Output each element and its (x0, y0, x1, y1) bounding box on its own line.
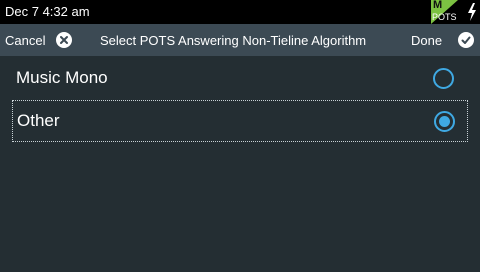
status-bar: Dec 7 4:32 am M POTS (0, 0, 480, 24)
cancel-label: Cancel (5, 32, 46, 48)
radio-selected-icon[interactable] (434, 110, 455, 132)
pots-badge-top-text: M (433, 0, 443, 11)
check-circle-icon[interactable] (458, 32, 475, 48)
radio-dot (439, 115, 450, 127)
option-other[interactable]: Other (12, 100, 468, 142)
lightning-bolt-icon (468, 3, 476, 21)
option-music-mono[interactable]: Music Mono (12, 57, 468, 99)
done-button[interactable]: Done (411, 24, 475, 56)
pots-status-badge: M POTS (431, 0, 458, 24)
pots-badge-bottom-text: POTS (432, 12, 457, 22)
option-label: Music Mono (16, 68, 108, 87)
option-label: Other (17, 111, 60, 130)
title-bar: Cancel Select POTS Answering Non-Tieline… (0, 24, 480, 56)
done-label: Done (411, 32, 443, 48)
close-circle-icon[interactable] (56, 32, 73, 48)
page-title: Select POTS Answering Non-Tieline Algori… (100, 32, 367, 48)
cancel-button[interactable]: Cancel (5, 24, 73, 56)
radio-unselected-icon[interactable] (433, 67, 454, 89)
status-time: Dec 7 4:32 am (5, 4, 90, 19)
